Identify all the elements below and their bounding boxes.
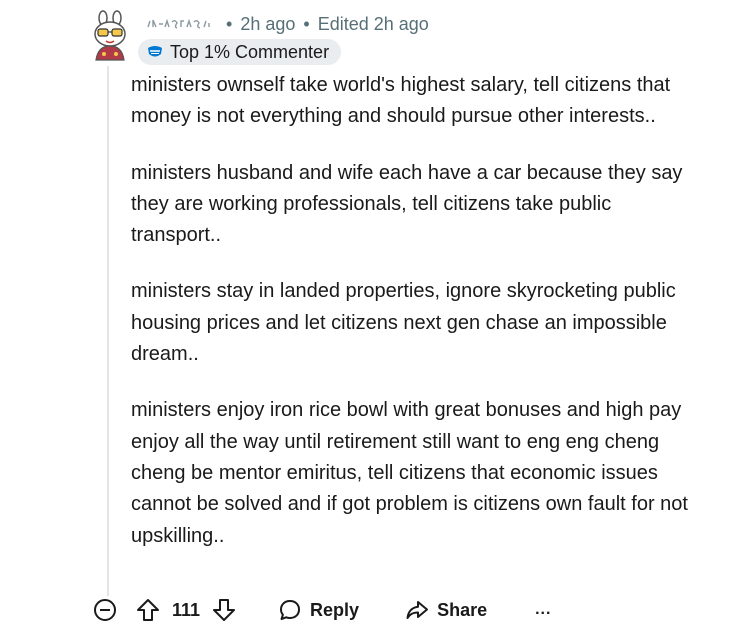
comment-paragraph: ministers enjoy iron rice bowl with grea…: [131, 399, 688, 547]
more-options-button[interactable]: ...: [535, 601, 551, 619]
badge-label: Top 1% Commenter: [170, 41, 330, 62]
meta-separator: •: [226, 13, 233, 34]
top-commenter-badge[interactable]: Top 1% Commenter: [138, 39, 342, 65]
edited-label: Edited 2h ago: [317, 13, 429, 34]
upvote-button[interactable]: [136, 597, 160, 623]
comment-actions: 111 Reply Share ...: [92, 594, 551, 626]
downvote-button[interactable]: [212, 597, 236, 623]
vote-count: 111: [172, 599, 201, 620]
comment-time[interactable]: 2h ago: [240, 14, 295, 35]
share-label: Share: [437, 599, 488, 620]
thread-line[interactable]: [107, 66, 109, 596]
comment-header: ukeiro2r • 2h ago • Edited 2h ago: [146, 12, 429, 36]
meta-separator: •: [303, 13, 310, 34]
collapse-minus-icon: [94, 599, 116, 621]
comment-body: ministers ownself take world's highest s…: [131, 70, 701, 577]
username[interactable]: ukeiro2r: [146, 16, 218, 32]
top-commenter-badge-icon: [146, 45, 164, 59]
blurred-username-icon: [147, 18, 210, 29]
reply-label: Reply: [310, 599, 360, 620]
share-button[interactable]: Share: [405, 598, 487, 622]
avatar[interactable]: [86, 10, 134, 62]
comment-paragraph: ministers husband and wife each have a c…: [131, 161, 683, 247]
comment-paragraph: ministers stay in landed properties, ign…: [131, 280, 676, 366]
comment-bubble-icon: [280, 600, 301, 620]
upvote-arrow-icon: [137, 599, 159, 621]
collapse-button[interactable]: [92, 597, 118, 623]
share-arrow-icon: [406, 601, 429, 619]
downvote-arrow-icon: [213, 599, 236, 621]
avatar-image: [94, 10, 126, 61]
comment-paragraph: ministers ownself take world's highest s…: [131, 74, 671, 128]
reply-button[interactable]: Reply: [278, 598, 359, 622]
